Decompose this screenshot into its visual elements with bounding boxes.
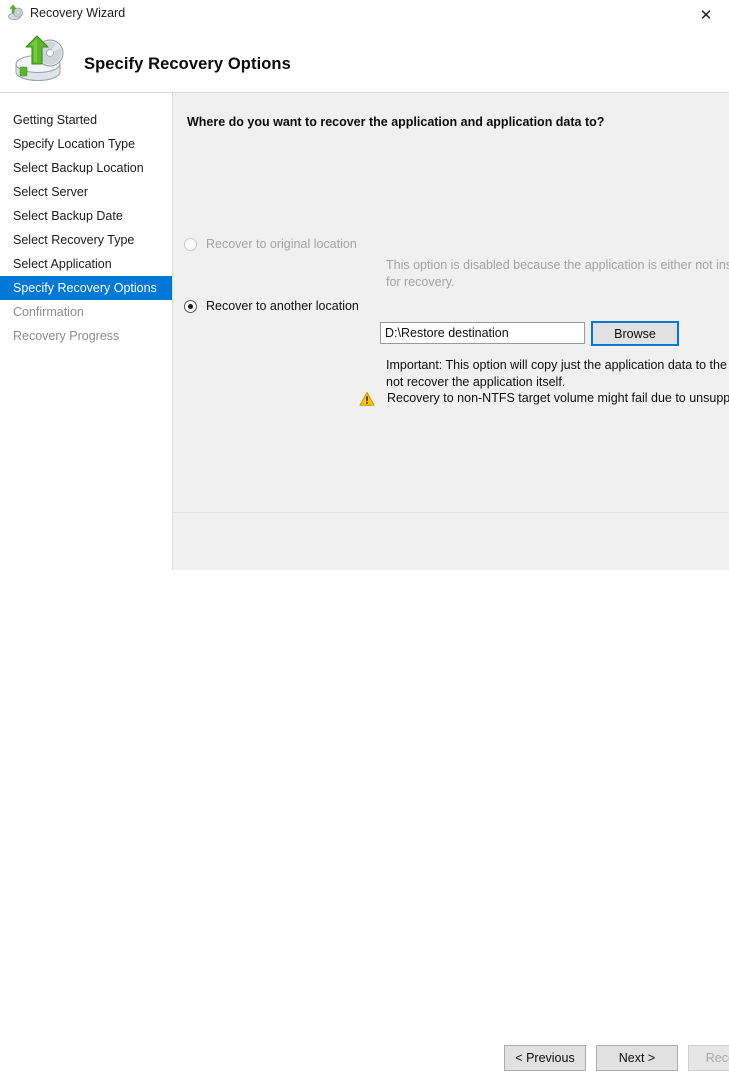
important-note: Important: This option will copy just th… <box>386 357 729 391</box>
recovery-disk-arrow-icon <box>12 34 74 86</box>
destination-path-input[interactable] <box>380 322 585 344</box>
sidebar-item-select-server[interactable]: Select Server <box>0 180 172 204</box>
radio-recover-another-location[interactable]: Recover to another location <box>184 298 359 314</box>
window-title: Recovery Wizard <box>30 6 125 20</box>
browse-button[interactable]: Browse <box>591 321 679 346</box>
radio-label-original: Recover to original location <box>206 236 357 252</box>
sidebar-item-select-backup-date[interactable]: Select Backup Date <box>0 204 172 228</box>
sidebar-item-select-backup-location[interactable]: Select Backup Location <box>0 156 172 180</box>
sidebar-item-specify-location-type[interactable]: Specify Location Type <box>0 132 172 156</box>
title-bar: Recovery Wizard ✕ <box>0 0 729 30</box>
page-title: Specify Recovery Options <box>84 55 291 74</box>
sidebar-step-list: Getting Started Specify Location Type Se… <box>0 108 172 348</box>
radio-button-another-icon[interactable] <box>184 300 197 313</box>
previous-button[interactable]: < Previous <box>504 1045 586 1071</box>
radio-button-original-icon <box>184 238 197 251</box>
original-location-disabled-note: This option is disabled because the appl… <box>386 257 729 291</box>
wizard-sidebar: Getting Started Specify Location Type Se… <box>0 93 172 570</box>
close-icon[interactable]: ✕ <box>683 0 729 30</box>
radio-recover-original-location: Recover to original location <box>184 236 357 252</box>
recovery-destination-question: Where do you want to recover the applica… <box>187 115 604 129</box>
wizard-footer: < Previous Next > Recover Cancel <box>173 513 729 570</box>
next-button[interactable]: Next > <box>596 1045 678 1071</box>
radio-label-another: Recover to another location <box>206 298 359 314</box>
ntfs-warning: Recovery to non-NTFS target volume might… <box>359 390 729 407</box>
sidebar-item-confirmation: Confirmation <box>0 300 172 324</box>
wizard-header: Specify Recovery Options <box>0 30 729 93</box>
main-content: Where do you want to recover the applica… <box>173 93 729 513</box>
ntfs-warning-text: Recovery to non-NTFS target volume might… <box>387 390 729 406</box>
warning-triangle-icon <box>359 391 375 407</box>
sidebar-item-select-application[interactable]: Select Application <box>0 252 172 276</box>
recovery-disk-icon <box>7 4 25 22</box>
sidebar-item-getting-started[interactable]: Getting Started <box>0 108 172 132</box>
sidebar-item-recovery-progress: Recovery Progress <box>0 324 172 348</box>
sidebar-item-select-recovery-type[interactable]: Select Recovery Type <box>0 228 172 252</box>
sidebar-item-specify-recovery-options[interactable]: Specify Recovery Options <box>0 276 172 300</box>
recover-button: Recover <box>688 1045 729 1071</box>
